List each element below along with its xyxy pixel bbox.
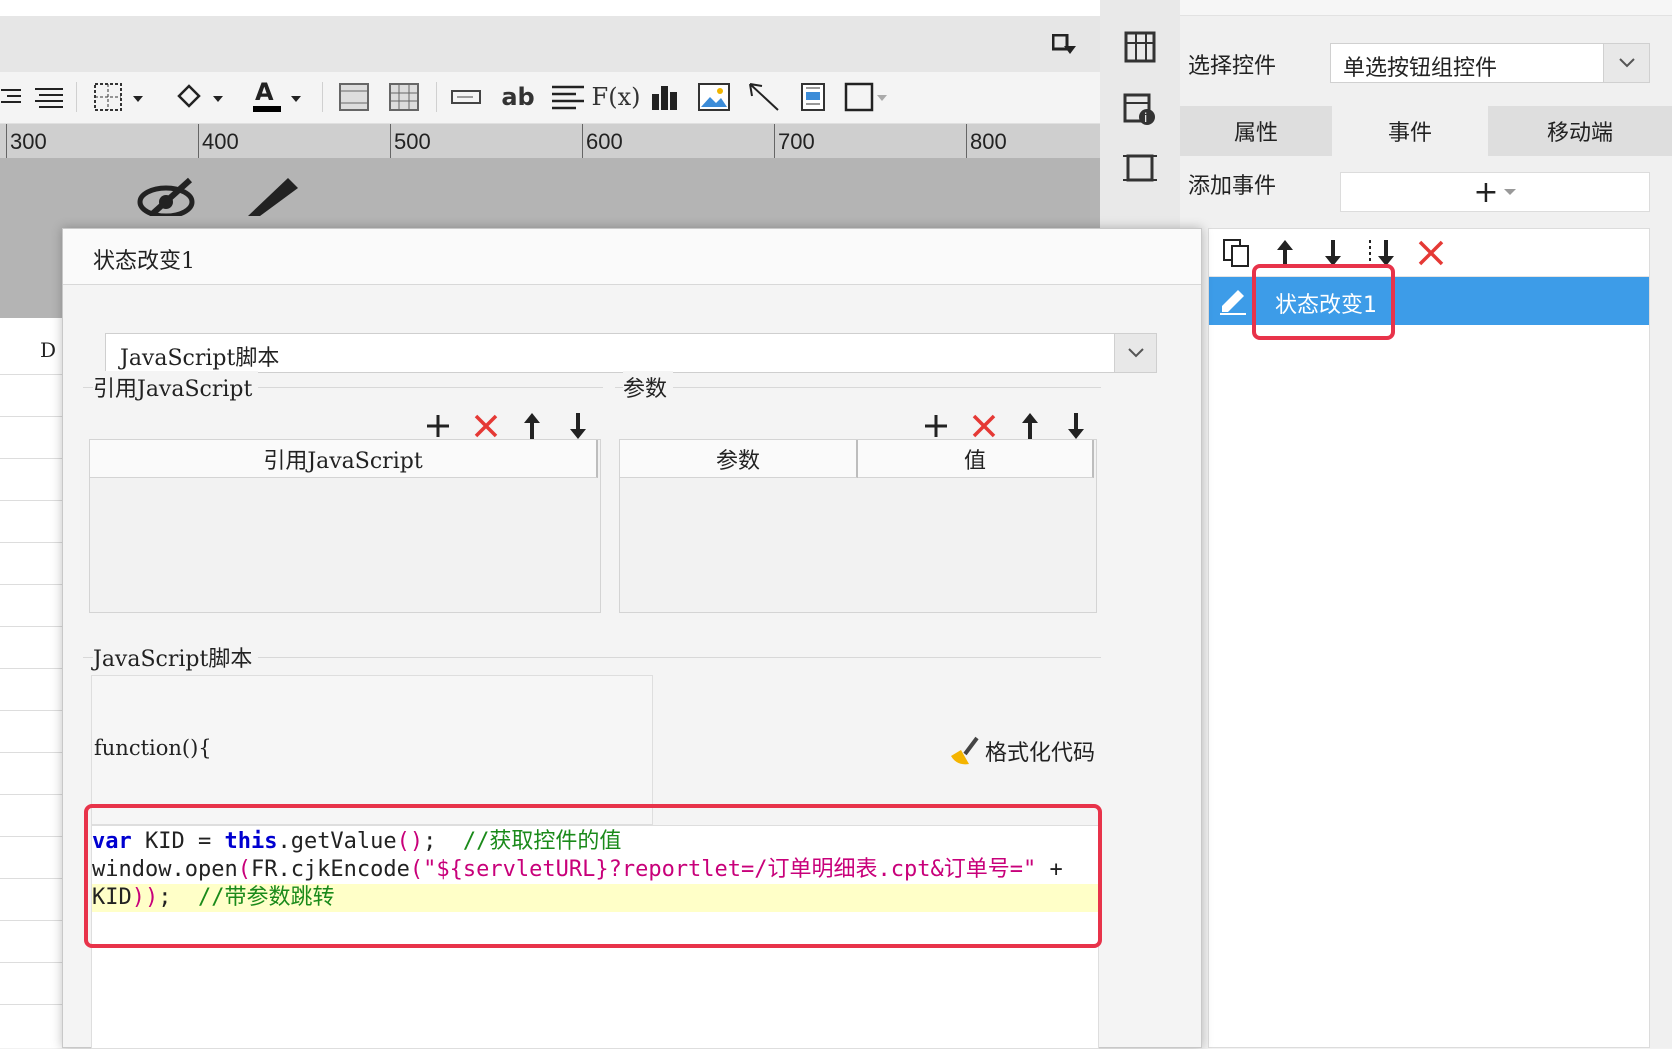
ref-js-section-label: 引用JavaScript [93,371,259,403]
widget-select-value: 单选按钮组控件 [1343,56,1498,81]
panel-top-strip [1180,0,1672,16]
widget-settings-panel: 选择控件 单选按钮组控件 属性 事件 移动端 添加事件 + 状态改变1 [1180,0,1672,1048]
ruler-mark-700: 700 [778,129,815,154]
merge-cells-icon[interactable] [336,80,372,114]
ruler-mark-800: 800 [970,129,1007,154]
copy-icon[interactable] [1219,235,1255,271]
column-header-d: D [40,338,57,362]
ruler-mark-500: 500 [394,129,431,154]
function-line: function(){ [94,736,212,760]
side-icon-strip: i [1100,0,1180,230]
slash-icon[interactable] [746,80,782,114]
format-toolbar: A ab F(x) [0,72,1100,124]
text-field-icon[interactable] [448,80,484,114]
widget-layout-icon[interactable] [1120,28,1160,68]
sub-report-icon[interactable] [798,80,828,114]
ref-js-up-icon[interactable] [515,409,549,443]
ref-js-column-header[interactable]: 引用JavaScript [90,440,598,478]
params-section-label: 参数 [623,371,674,403]
chart-icon[interactable] [648,80,682,114]
dialog-title: 状态改变1 [93,249,195,274]
hide-eye-icon[interactable] [136,176,202,220]
justify-icon[interactable] [34,80,64,114]
event-highlight-box [1252,264,1395,340]
event-type-select[interactable]: JavaScript脚本 [105,333,1157,373]
edit-event-icon[interactable] [1215,283,1251,319]
select-widget-label: 选择控件 [1188,54,1277,79]
param-up-icon[interactable] [1013,409,1047,443]
title-bar [0,16,1100,72]
fill-color-icon[interactable] [172,80,228,114]
image-icon[interactable] [696,80,732,114]
font-color-icon[interactable]: A [250,80,306,114]
add-ref-js-icon[interactable] [421,409,455,443]
border-icon[interactable] [92,80,148,114]
ruler-mark-300: 300 [10,129,47,154]
add-param-icon[interactable] [919,409,953,443]
remove-param-icon[interactable] [967,409,1001,443]
svg-text:A: A [255,80,274,106]
frame-icon[interactable] [842,80,892,114]
remove-ref-js-icon[interactable] [469,409,503,443]
chevron-down-icon[interactable] [1603,44,1649,82]
collapse-panel-icon[interactable] [1051,33,1078,61]
ruler-mark-600: 600 [586,129,623,154]
add-event-dropdown-icon [1503,189,1516,195]
ref-js-table: 引用JavaScript [89,439,601,613]
event-list: 状态改变1 [1208,228,1650,1048]
event-type-value: JavaScript脚本 [120,346,280,371]
paragraph-icon[interactable] [550,80,586,114]
chevron-down-icon[interactable] [1114,334,1156,372]
panel-tabs: 属性 事件 移动端 [1180,106,1672,156]
horizontal-ruler: 300 400 500 600 700 800 [0,124,1100,158]
script-section-label: JavaScript脚本 [93,641,259,673]
formula-icon[interactable]: F(x) [592,80,641,114]
ruler-mark-400: 400 [202,129,239,154]
add-event-label: 添加事件 [1188,174,1277,199]
spreadsheet-grid: D [0,318,64,1048]
value-column-header[interactable]: 值 [858,440,1094,478]
delete-icon[interactable] [1413,235,1449,271]
split-cells-icon[interactable] [386,80,422,114]
widget-select[interactable]: 单选按钮组控件 [1330,43,1650,83]
edit-pencil-icon[interactable] [242,172,302,220]
code-highlight-box [84,804,1102,948]
function-header-box: function(){ [91,675,653,825]
params-table: 参数 值 [619,439,1097,613]
align-right-icon[interactable] [0,80,22,114]
add-event-button[interactable]: + [1340,172,1650,212]
text-ab-icon[interactable]: ab [498,80,538,114]
add-event-plus-icon: + [1473,174,1499,210]
top-strip [0,0,1100,16]
dialog-title-bar: 状态改变1 [63,229,1201,285]
format-code-label: 格式化代码 [985,741,1096,766]
tab-events[interactable]: 事件 [1334,106,1486,156]
ref-js-down-icon[interactable] [561,409,595,443]
widget-info-icon[interactable]: i [1120,90,1160,130]
frame-select-icon[interactable] [1120,148,1160,188]
format-code-button[interactable]: 格式化代码 [947,733,1095,769]
tab-properties[interactable]: 属性 [1180,106,1332,156]
param-column-header[interactable]: 参数 [620,440,858,478]
brush-icon [951,736,979,765]
tab-mobile[interactable]: 移动端 [1488,106,1672,156]
param-down-icon[interactable] [1059,409,1093,443]
svg-text:i: i [1144,111,1147,125]
